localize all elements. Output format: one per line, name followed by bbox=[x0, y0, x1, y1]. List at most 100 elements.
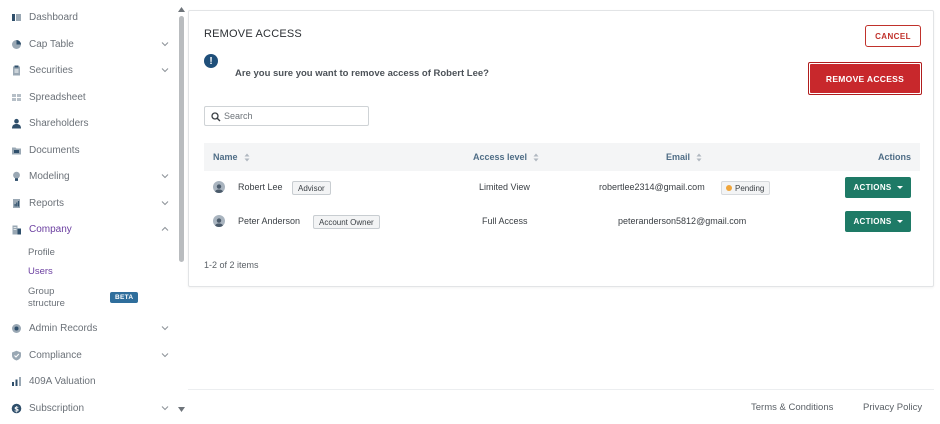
column-header-access-level[interactable]: Access level bbox=[473, 152, 539, 162]
column-header-label: Email bbox=[666, 152, 691, 162]
page-title: REMOVE ACCESS bbox=[204, 28, 302, 40]
sidebar-item-label: Dashboard bbox=[29, 11, 78, 23]
status-badge-label: Pending bbox=[735, 183, 765, 193]
chevron-up-icon bbox=[161, 226, 169, 231]
sidebar-item-reports[interactable]: Reports bbox=[0, 190, 176, 216]
terms-link[interactable]: Terms & Conditions bbox=[751, 402, 833, 413]
actions-button-label: ACTIONS bbox=[853, 217, 892, 226]
column-header-email[interactable]: Email bbox=[666, 152, 702, 162]
sort-icon bbox=[533, 153, 539, 161]
chevron-down-icon bbox=[161, 201, 169, 206]
dollar-icon: $ bbox=[11, 403, 22, 414]
cancel-button[interactable]: CANCEL bbox=[865, 25, 921, 47]
sidebar-item-spreadsheet[interactable]: Spreadsheet bbox=[0, 84, 176, 110]
sidebar-subitem-group-structure[interactable]: Group bbox=[28, 286, 54, 297]
remove-access-panel: REMOVE ACCESS CANCEL ! Are you sure you … bbox=[188, 10, 934, 287]
table-row: Robert Lee Advisor Limited View robertle… bbox=[204, 171, 920, 205]
scroll-down-arrow-icon[interactable] bbox=[177, 406, 186, 413]
spreadsheet-icon bbox=[11, 92, 22, 103]
svg-text:$: $ bbox=[14, 405, 19, 413]
sidebar-item-409a-valuation[interactable]: 409A Valuation bbox=[0, 368, 176, 394]
sort-icon bbox=[244, 153, 250, 161]
scroll-up-arrow-icon[interactable] bbox=[177, 6, 186, 13]
sidebar-item-modeling[interactable]: Modeling bbox=[0, 163, 176, 189]
shield-icon bbox=[11, 350, 22, 361]
building-icon bbox=[11, 224, 22, 235]
user-name: Robert Lee bbox=[238, 182, 283, 192]
sidebar-item-label: Subscription bbox=[29, 402, 85, 414]
sidebar-item-label: Compliance bbox=[29, 349, 82, 361]
actions-dropdown-button[interactable]: ACTIONS bbox=[845, 211, 911, 232]
role-tag: Account Owner bbox=[313, 215, 380, 229]
avatar bbox=[213, 215, 225, 227]
clipboard-icon bbox=[11, 65, 22, 76]
sidebar-subitem-users[interactable]: Users bbox=[28, 266, 53, 277]
sidebar-item-label: Admin Records bbox=[29, 322, 98, 334]
actions-dropdown-button[interactable]: ACTIONS bbox=[845, 177, 911, 198]
table-row: Peter Anderson Account Owner Full Access… bbox=[204, 205, 920, 239]
pending-dot-icon bbox=[726, 185, 732, 191]
caret-down-icon bbox=[896, 220, 903, 223]
table-header: Name Access level Email Actions bbox=[204, 143, 920, 171]
reports-icon bbox=[11, 198, 22, 209]
column-header-label: Actions bbox=[878, 152, 912, 162]
caret-down-icon bbox=[896, 186, 903, 189]
remove-access-button[interactable]: REMOVE ACCESS bbox=[808, 62, 922, 95]
sidebar-item-label: Securities bbox=[29, 64, 73, 76]
chevron-down-icon bbox=[161, 68, 169, 73]
sidebar-item-label: Reports bbox=[29, 197, 65, 209]
search-icon bbox=[211, 112, 221, 122]
sidebar-item-label: Company bbox=[29, 223, 72, 235]
column-header-label: Access level bbox=[473, 152, 528, 162]
chevron-down-icon bbox=[161, 406, 169, 411]
folder-icon bbox=[11, 145, 22, 156]
sidebar-item-documents[interactable]: Documents bbox=[0, 137, 176, 163]
sidebar-subitem-group-structure-line2[interactable]: structure bbox=[28, 298, 65, 309]
sidebar-item-label: 409A Valuation bbox=[29, 375, 96, 387]
sidebar-item-compliance[interactable]: Compliance bbox=[0, 342, 176, 368]
sidebar-item-label: Documents bbox=[29, 144, 80, 156]
sidebar: Dashboard Cap Table Securities Spreadshe… bbox=[0, 0, 176, 424]
access-level: Full Access bbox=[482, 216, 528, 226]
sidebar-item-label: Shareholders bbox=[29, 117, 89, 129]
sidebar-item-company[interactable]: Company bbox=[0, 216, 176, 242]
sidebar-scrollbar-thumb[interactable] bbox=[179, 16, 184, 262]
sidebar-item-subscription[interactable]: $ Subscription bbox=[0, 395, 176, 421]
avatar bbox=[213, 181, 225, 193]
sidebar-item-securities[interactable]: Securities bbox=[0, 57, 176, 83]
sidebar-item-label: Cap Table bbox=[29, 38, 74, 50]
person-icon bbox=[11, 118, 22, 129]
column-header-name[interactable]: Name bbox=[213, 152, 250, 162]
user-name: Peter Anderson bbox=[238, 216, 301, 226]
chevron-down-icon bbox=[161, 326, 169, 331]
sidebar-subitem-profile[interactable]: Profile bbox=[28, 247, 55, 258]
pagination-info: 1-2 of 2 items bbox=[204, 260, 259, 270]
sort-icon bbox=[696, 153, 702, 161]
confirm-message: Are you sure you want to remove access o… bbox=[235, 68, 489, 79]
chevron-down-icon bbox=[161, 42, 169, 47]
status-badge: Pending bbox=[721, 181, 771, 195]
sidebar-item-label: Modeling bbox=[29, 170, 70, 182]
info-alert-icon: ! bbox=[204, 54, 218, 68]
sidebar-item-shareholders[interactable]: Shareholders bbox=[0, 110, 176, 136]
pie-chart-icon bbox=[11, 39, 22, 50]
lightbulb-icon bbox=[11, 171, 22, 182]
user-email: peteranderson5812@gmail.com bbox=[618, 216, 747, 226]
remove-access-button-label: REMOVE ACCESS bbox=[810, 64, 920, 93]
search-box[interactable] bbox=[204, 106, 369, 126]
access-level: Limited View bbox=[479, 182, 530, 192]
sidebar-item-cap-table[interactable]: Cap Table bbox=[0, 31, 176, 57]
chevron-down-icon bbox=[161, 353, 169, 358]
chevron-down-icon bbox=[161, 174, 169, 179]
search-input[interactable] bbox=[224, 109, 364, 123]
sidebar-item-label: Spreadsheet bbox=[29, 91, 86, 103]
role-tag: Advisor bbox=[292, 181, 331, 195]
sidebar-item-admin-records[interactable]: Admin Records bbox=[0, 315, 176, 341]
dashboard-icon bbox=[11, 12, 22, 23]
actions-button-label: ACTIONS bbox=[853, 183, 892, 192]
privacy-link[interactable]: Privacy Policy bbox=[863, 402, 922, 413]
sidebar-item-dashboard[interactable]: Dashboard bbox=[0, 4, 176, 30]
valuation-icon bbox=[11, 376, 22, 387]
footer-divider bbox=[188, 389, 934, 390]
user-email: robertlee2314@gmail.com bbox=[599, 182, 705, 192]
